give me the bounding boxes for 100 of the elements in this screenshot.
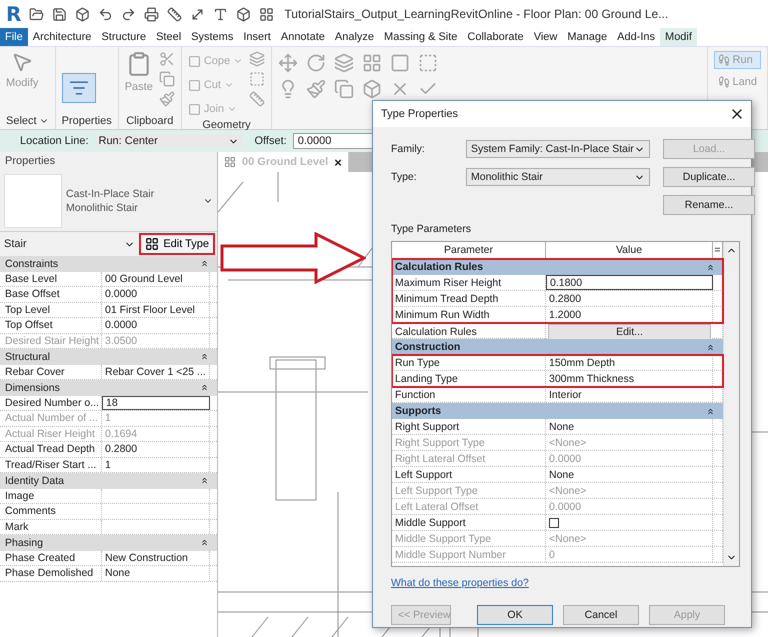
- save-icon[interactable]: [52, 6, 68, 22]
- parameter-name: Right Support Type: [392, 435, 546, 450]
- square-icon: [188, 78, 201, 92]
- cube-icon[interactable]: [75, 6, 90, 22]
- rename-button[interactable]: Rename...: [663, 195, 755, 215]
- parameter-name: Minimum Tread Depth: [392, 291, 546, 306]
- panel-label: Clipboard: [125, 115, 174, 127]
- property-value[interactable]: 0.0000: [102, 287, 210, 302]
- parameter-value[interactable]: 0.1800: [546, 275, 713, 290]
- collapse-icon[interactable]: [200, 476, 209, 486]
- help-link[interactable]: What do these properties do?: [391, 577, 529, 589]
- square-icon: [188, 54, 201, 68]
- collapse-icon[interactable]: [706, 342, 715, 352]
- field-label: Location Line:: [20, 135, 88, 147]
- property-value[interactable]: Rebar Cover 1 <25 ...: [102, 364, 210, 379]
- property-value[interactable]: 18: [102, 396, 210, 410]
- property-name: Mark: [0, 520, 102, 534]
- dialog-title: Type Properties: [381, 108, 458, 120]
- section-header[interactable]: Identity Data: [0, 473, 217, 488]
- collapse-icon[interactable]: [200, 352, 209, 362]
- parameter-name: Minimum Run Width: [392, 307, 546, 322]
- collapse-icon[interactable]: [706, 262, 715, 272]
- ruler-icon[interactable]: [167, 6, 182, 22]
- section-header[interactable]: Dimensions: [0, 380, 217, 396]
- property-name: Actual Tread Depth: [0, 442, 102, 456]
- duplicate-button[interactable]: Duplicate...: [663, 167, 755, 187]
- group-header[interactable]: Construction: [392, 339, 723, 355]
- parameter-name: Right Lateral Offset: [392, 451, 546, 466]
- collapse-icon[interactable]: [200, 383, 209, 392]
- parameter-name: Landing Type: [392, 371, 546, 386]
- property-value[interactable]: 01 First Floor Level: [102, 302, 210, 317]
- location-line-dropdown[interactable]: Run: Center: [94, 134, 242, 148]
- checkbox[interactable]: [549, 518, 559, 528]
- property-name: Base Offset: [0, 287, 102, 302]
- property-name: Desired Stair Height: [0, 334, 102, 348]
- dialog-button[interactable]: Cancel: [563, 605, 639, 625]
- section-header[interactable]: Constraints: [0, 256, 217, 272]
- parameter-value[interactable]: 1.2000: [546, 307, 713, 322]
- property-name: Rebar Cover: [0, 364, 102, 379]
- property-value[interactable]: New Construction: [102, 550, 210, 565]
- grid-icon[interactable]: [259, 6, 274, 22]
- family-name: Cast-In-Place Stair: [66, 186, 156, 200]
- folder-icon[interactable]: [29, 6, 44, 22]
- property-name: Phase Created: [0, 550, 102, 565]
- properties-tool[interactable]: [62, 73, 96, 103]
- diagonal-arrow-icon[interactable]: [190, 6, 206, 22]
- parameter-name: Function: [392, 387, 546, 402]
- edit-type-button[interactable]: Edit Type: [139, 233, 215, 255]
- undo-icon[interactable]: [98, 6, 114, 22]
- collapse-icon[interactable]: [200, 259, 209, 268]
- ribbon-tab[interactable]: Modif: [660, 28, 697, 46]
- property-value[interactable]: 0.0000: [102, 318, 210, 332]
- parameter-value[interactable]: None: [546, 467, 713, 482]
- parameter-name: Right Support: [392, 419, 546, 434]
- parameter-name: Middle Support Number: [392, 547, 546, 562]
- property-name: Base Level: [0, 272, 102, 286]
- redo-icon[interactable]: [121, 6, 136, 22]
- collapse-icon[interactable]: [200, 538, 209, 548]
- property-value[interactable]: 00 Ground Level: [102, 272, 210, 286]
- column-header: Value: [546, 242, 713, 258]
- panel-title: Properties: [0, 152, 217, 170]
- edit-button[interactable]: Edit...: [548, 324, 711, 340]
- group-header[interactable]: Supports: [392, 403, 723, 419]
- property-name: Actual Number of ...: [0, 411, 102, 426]
- property-value[interactable]: 0.2800: [102, 442, 210, 456]
- square-icon: [188, 102, 201, 116]
- dialog-button[interactable]: OK: [477, 605, 553, 625]
- section-header[interactable]: Phasing: [0, 535, 217, 550]
- property-value[interactable]: 1: [102, 458, 210, 472]
- text-icon[interactable]: [213, 6, 228, 22]
- parameter-value[interactable]: None: [546, 419, 713, 434]
- panel-label: Properties: [62, 115, 112, 127]
- parameter-name: Left Lateral Offset: [392, 499, 546, 514]
- footprints-icon: [718, 54, 730, 66]
- type-selector[interactable]: Cast-In-Place Stair Monolithic Stair: [0, 170, 217, 232]
- printer-icon[interactable]: [144, 6, 160, 22]
- category-dropdown[interactable]: Stair: [0, 238, 140, 250]
- parameter-name: Left Support: [392, 467, 546, 482]
- type-dropdown[interactable]: Monolithic Stair: [466, 168, 650, 186]
- section-label: Type Parameters: [391, 223, 472, 235]
- plan-view-icon: [224, 156, 236, 168]
- section-header[interactable]: Structural: [0, 349, 217, 364]
- parameter-name: Maximum Riser Height: [392, 275, 546, 290]
- close-icon[interactable]: ×: [334, 154, 342, 170]
- property-name: Comments: [0, 504, 102, 518]
- family-dropdown[interactable]: System Family: Cast-In-Place Stair: [466, 140, 650, 158]
- cube-icon[interactable]: [236, 6, 252, 22]
- group-header[interactable]: Calculation Rules: [392, 259, 723, 275]
- parameter-value[interactable]: 0.2800: [546, 291, 713, 306]
- property-value[interactable]: None: [102, 566, 210, 580]
- property-name: Desired Number o...: [0, 396, 102, 410]
- collapse-icon[interactable]: [706, 406, 715, 416]
- property-name: Tread/Riser Start ...: [0, 458, 102, 472]
- parameter-name: Middle Support Type: [392, 531, 546, 546]
- field-label: Type:: [391, 171, 418, 183]
- parameter-value[interactable]: 300mm Thickness: [546, 371, 713, 386]
- parameter-value[interactable]: Interior: [546, 387, 713, 402]
- parameter-value[interactable]: 150mm Depth: [546, 355, 713, 370]
- type-name: Monolithic Stair: [66, 200, 139, 214]
- ribbon-tab[interactable]: File: [0, 28, 28, 46]
